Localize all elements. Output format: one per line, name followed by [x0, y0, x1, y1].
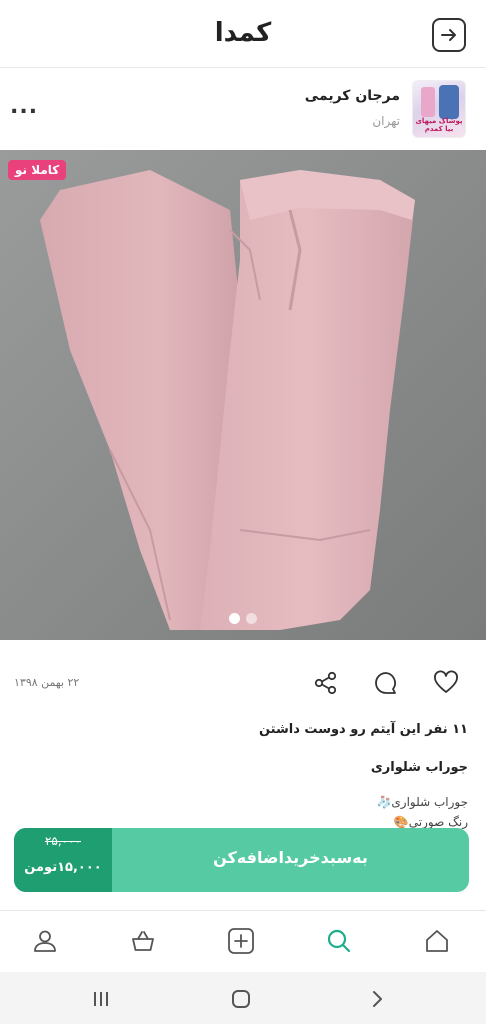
- nav-basket[interactable]: [127, 925, 159, 957]
- search-icon: [327, 929, 351, 953]
- top-bar: کمدا: [0, 0, 486, 68]
- product-title: جوراب شلواری: [370, 760, 468, 775]
- nav-add[interactable]: [225, 925, 257, 957]
- likes-count: ۱۱ نفر این آیتم رو دوست داشتن: [258, 722, 468, 737]
- like-button[interactable]: [431, 668, 461, 698]
- more-options-button[interactable]: ...: [10, 94, 38, 119]
- share-button[interactable]: [311, 668, 341, 698]
- tights-photo: [0, 150, 486, 640]
- add-to-cart-label: به‌سبد‌خرید‌اضافه‌کن: [213, 848, 368, 867]
- new-price: ۱۵,۰۰۰تومن: [24, 860, 102, 875]
- comment-icon: [375, 672, 396, 694]
- profile-icon: [34, 930, 56, 952]
- seller-row[interactable]: پوشاک میهای بیا کمدم مرجان کریمی تهران .…: [0, 68, 486, 150]
- arrow-right-icon: [441, 29, 456, 41]
- system-nav-bar: [0, 972, 486, 1024]
- home-icon: [426, 930, 448, 952]
- avatar-caption: پوشاک میهای بیا کمدم: [415, 117, 463, 133]
- action-row: ۲۲ بهمن ۱۳۹۸: [0, 656, 486, 712]
- price-box: ۲۵,۰۰۰ ۱۵,۰۰۰تومن: [14, 828, 112, 892]
- post-date: ۲۲ بهمن ۱۳۹۸: [14, 676, 80, 689]
- recent-apps-icon: [94, 992, 108, 1006]
- product-photo[interactable]: کاملا نو: [0, 150, 486, 640]
- seller-city: تهران: [372, 114, 400, 128]
- old-price: ۲۵,۰۰۰: [44, 834, 82, 848]
- seller-name[interactable]: مرجان کریمی: [305, 88, 400, 104]
- back-system-button[interactable]: [364, 986, 390, 1012]
- add-icon: [228, 928, 254, 954]
- add-to-cart-button[interactable]: ۲۵,۰۰۰ ۱۵,۰۰۰تومن به‌سبد‌خرید‌اضافه‌کن: [14, 828, 469, 892]
- share-icon: [314, 671, 337, 695]
- home-system-button[interactable]: [228, 986, 254, 1012]
- home-circle-icon: [232, 990, 250, 1008]
- product-description: جوراب شلواری🧦 رنگ صورتی🎨: [376, 792, 468, 832]
- bottom-nav: [0, 910, 486, 970]
- nav-search[interactable]: [323, 925, 355, 957]
- nav-profile[interactable]: [29, 925, 61, 957]
- description-line: جوراب شلواری🧦: [376, 795, 468, 809]
- app-logo: کمدا: [214, 18, 272, 48]
- heart-icon: [434, 670, 458, 693]
- carousel-dots: [0, 613, 486, 624]
- basket-icon: [132, 931, 154, 951]
- recent-apps-button[interactable]: [88, 986, 114, 1012]
- condition-badge: کاملا نو: [8, 160, 67, 180]
- chevron-right-icon: [373, 991, 382, 1007]
- back-button[interactable]: [432, 18, 466, 52]
- seller-avatar[interactable]: پوشاک میهای بیا کمدم: [412, 80, 466, 138]
- comment-button[interactable]: [371, 668, 401, 698]
- carousel-dot[interactable]: [246, 613, 257, 624]
- nav-home[interactable]: [421, 925, 453, 957]
- carousel-dot-active[interactable]: [229, 613, 240, 624]
